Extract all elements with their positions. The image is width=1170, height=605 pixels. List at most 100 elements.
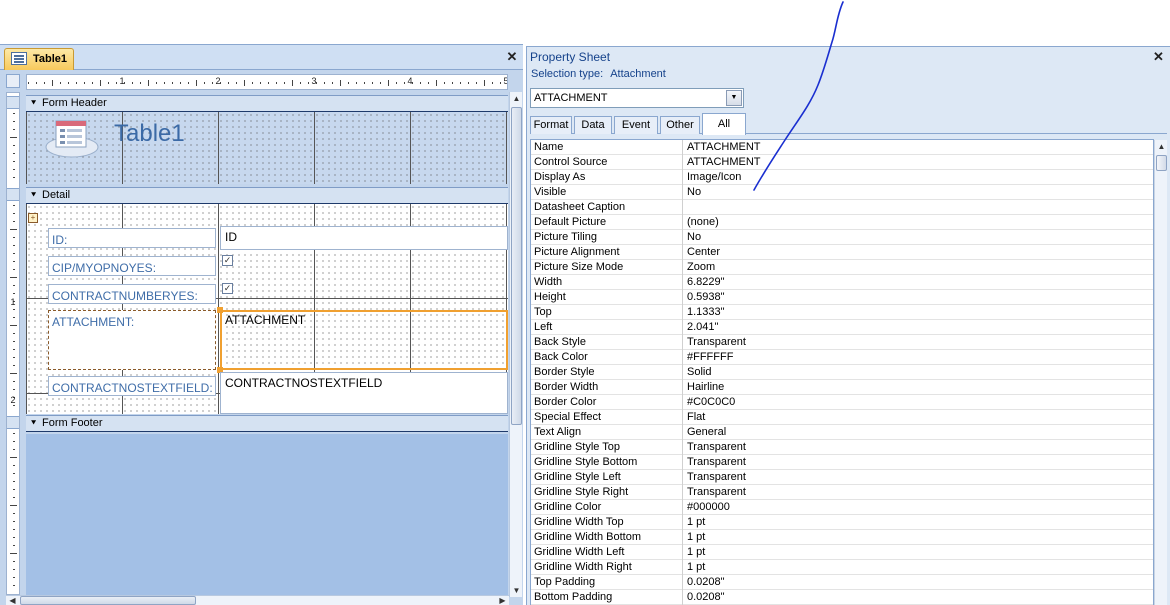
- section-bar-form-footer[interactable]: ⯆ Form Footer: [26, 415, 508, 432]
- property-row[interactable]: Datasheet Caption: [531, 200, 1153, 215]
- property-row[interactable]: Bottom Padding 0.0208": [531, 590, 1153, 605]
- scroll-thumb[interactable]: [511, 107, 522, 425]
- horizontal-ruler[interactable]: 1 2 3 4 5: [26, 74, 508, 90]
- close-icon[interactable]: ✕: [506, 50, 518, 64]
- property-row[interactable]: Back Style Transparent: [531, 335, 1153, 350]
- property-row[interactable]: Left 2.041": [531, 320, 1153, 335]
- property-value[interactable]: Transparent: [686, 485, 1152, 500]
- tab-other[interactable]: Other: [660, 116, 700, 134]
- property-row[interactable]: Display As Image/Icon: [531, 170, 1153, 185]
- vertical-ruler[interactable]: 12: [6, 92, 20, 595]
- form-logo-icon[interactable]: [44, 117, 100, 159]
- chevron-down-icon[interactable]: ▼: [726, 90, 742, 106]
- property-value[interactable]: 6.8229": [686, 275, 1152, 290]
- property-row[interactable]: Control Source ATTACHMENT: [531, 155, 1153, 170]
- move-handle-icon[interactable]: +: [28, 213, 38, 223]
- close-icon[interactable]: ✕: [1153, 49, 1164, 65]
- tab-format[interactable]: Format: [530, 116, 572, 134]
- property-value[interactable]: 2.041": [686, 320, 1152, 335]
- property-row[interactable]: Gridline Width Right 1 pt: [531, 560, 1153, 575]
- property-value[interactable]: Transparent: [686, 470, 1152, 485]
- label-attachment[interactable]: ATTACHMENT:: [48, 310, 216, 370]
- detail-grid[interactable]: + ID: ID CIP/MYOPNOYES: ✓ CONTRACTNUMBER…: [26, 204, 508, 414]
- scroll-down-icon[interactable]: ▼: [510, 584, 523, 597]
- property-value[interactable]: Hairline: [686, 380, 1152, 395]
- property-list-scrollbar[interactable]: ▲: [1154, 140, 1167, 605]
- property-row[interactable]: Gridline Style Top Transparent: [531, 440, 1153, 455]
- property-value[interactable]: (none): [686, 215, 1152, 230]
- form-footer-area[interactable]: [26, 434, 508, 596]
- property-row[interactable]: Border Width Hairline: [531, 380, 1153, 395]
- property-value[interactable]: No: [686, 230, 1152, 245]
- document-tab-table1[interactable]: Table1: [4, 48, 74, 70]
- section-bar-detail[interactable]: ⯆ Detail: [26, 187, 508, 204]
- property-row[interactable]: Gridline Color #000000: [531, 500, 1153, 515]
- property-value[interactable]: No: [686, 185, 1152, 200]
- property-row[interactable]: Gridline Width Left 1 pt: [531, 545, 1153, 560]
- property-row[interactable]: Gridline Style Right Transparent: [531, 485, 1153, 500]
- scroll-up-icon[interactable]: ▲: [510, 92, 523, 105]
- tab-data[interactable]: Data: [574, 116, 612, 134]
- property-row[interactable]: Border Color #C0C0C0: [531, 395, 1153, 410]
- property-value[interactable]: 1 pt: [686, 545, 1152, 560]
- scroll-right-icon[interactable]: ▶: [496, 594, 509, 605]
- form-horizontal-scrollbar[interactable]: ◀ ▶: [6, 595, 509, 605]
- property-row[interactable]: Height 0.5938": [531, 290, 1153, 305]
- property-value[interactable]: Solid: [686, 365, 1152, 380]
- property-row[interactable]: Gridline Width Top 1 pt: [531, 515, 1153, 530]
- property-row[interactable]: Name ATTACHMENT: [531, 140, 1153, 155]
- object-selector-dropdown[interactable]: ATTACHMENT ▼: [530, 88, 744, 108]
- property-value[interactable]: 1 pt: [686, 560, 1152, 575]
- property-row[interactable]: Gridline Style Bottom Transparent: [531, 455, 1153, 470]
- textbox-contractnostextfield[interactable]: CONTRACTNOSTEXTFIELD: [220, 372, 508, 414]
- property-row[interactable]: Back Color #FFFFFF: [531, 350, 1153, 365]
- label-contractnostextfield[interactable]: CONTRACTNOSTEXTFIELD:: [48, 376, 216, 396]
- attachment-control[interactable]: ATTACHMENT: [217, 307, 508, 373]
- property-row[interactable]: Width 6.8229": [531, 275, 1153, 290]
- property-value[interactable]: Transparent: [686, 455, 1152, 470]
- property-row[interactable]: Gridline Width Bottom 1 pt: [531, 530, 1153, 545]
- property-row[interactable]: Gridline Style Left Transparent: [531, 470, 1153, 485]
- property-value[interactable]: 1 pt: [686, 515, 1152, 530]
- property-value[interactable]: ATTACHMENT: [686, 155, 1152, 170]
- property-value[interactable]: Center: [686, 245, 1152, 260]
- checkbox-contractnumberyes[interactable]: ✓: [222, 283, 233, 294]
- property-value[interactable]: Transparent: [686, 440, 1152, 455]
- property-value[interactable]: 0.5938": [686, 290, 1152, 305]
- property-value[interactable]: #FFFFFF: [686, 350, 1152, 365]
- tab-all[interactable]: All: [702, 113, 746, 135]
- label-contractnumberyes[interactable]: CONTRACTNUMBERYES:: [48, 284, 216, 304]
- property-row[interactable]: Visible No: [531, 185, 1153, 200]
- form-header-title[interactable]: Table1: [114, 120, 185, 148]
- property-value[interactable]: General: [686, 425, 1152, 440]
- scroll-up-icon[interactable]: ▲: [1155, 140, 1168, 153]
- label-cip-myopnoyes[interactable]: CIP/MYOPNOYES:: [48, 256, 216, 276]
- property-row[interactable]: Picture Alignment Center: [531, 245, 1153, 260]
- scroll-thumb[interactable]: [1156, 155, 1167, 171]
- tab-event[interactable]: Event: [614, 116, 658, 134]
- textbox-id[interactable]: ID: [220, 226, 508, 250]
- property-row[interactable]: Picture Tiling No: [531, 230, 1153, 245]
- section-bar-form-header[interactable]: ⯆ Form Header: [26, 95, 508, 112]
- property-row[interactable]: Top 1.1333": [531, 305, 1153, 320]
- property-value[interactable]: ATTACHMENT: [686, 140, 1152, 155]
- property-row[interactable]: Default Picture (none): [531, 215, 1153, 230]
- scroll-left-icon[interactable]: ◀: [6, 594, 19, 605]
- property-value[interactable]: 0.0208": [686, 590, 1152, 605]
- property-value[interactable]: Transparent: [686, 335, 1152, 350]
- property-row[interactable]: Special Effect Flat: [531, 410, 1153, 425]
- form-selector[interactable]: [6, 74, 20, 88]
- scroll-thumb[interactable]: [20, 596, 196, 605]
- property-value[interactable]: 0.0208": [686, 575, 1152, 590]
- form-vertical-scrollbar[interactable]: ▲ ▼: [509, 92, 522, 597]
- property-row[interactable]: Border Style Solid: [531, 365, 1153, 380]
- form-header-grid[interactable]: Table1: [26, 112, 508, 184]
- property-row[interactable]: Top Padding 0.0208": [531, 575, 1153, 590]
- property-value[interactable]: Zoom: [686, 260, 1152, 275]
- property-row[interactable]: Picture Size Mode Zoom: [531, 260, 1153, 275]
- property-value[interactable]: #000000: [686, 500, 1152, 515]
- property-value[interactable]: [686, 200, 1152, 215]
- property-value[interactable]: Image/Icon: [686, 170, 1152, 185]
- property-value[interactable]: #C0C0C0: [686, 395, 1152, 410]
- property-value[interactable]: Flat: [686, 410, 1152, 425]
